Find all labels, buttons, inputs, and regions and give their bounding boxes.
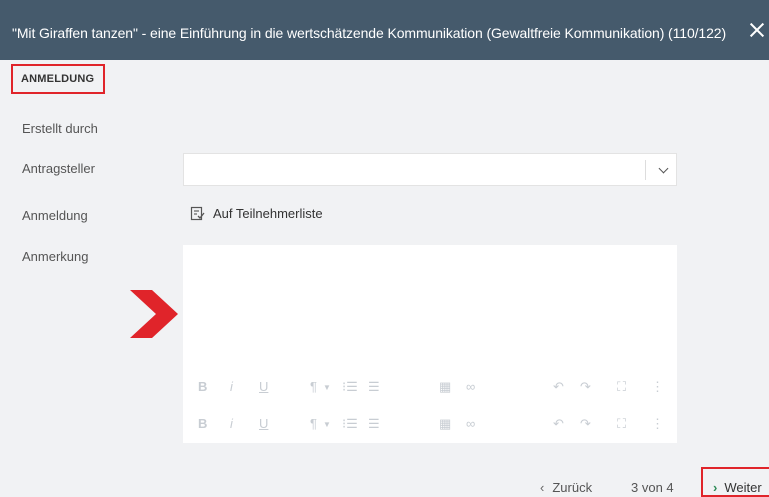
checklist-icon [190,206,205,221]
applicant-label: Antragsteller [22,161,95,176]
registration-value: Auf Teilnehmerliste [190,206,323,221]
close-icon[interactable] [749,22,765,38]
back-button[interactable]: ‹ Zurück [540,480,592,495]
editor-toolbar-secondary: B i U ¶ ▼ ⁝☰ ☰ ▦ ∞ ↶ ↷ ⛶ ⋮ [183,409,677,439]
applicant-select[interactable] [183,153,677,186]
pointer-arrow-icon [130,290,178,338]
back-button-label: Zurück [552,480,593,495]
next-button-label: Weiter [724,480,762,495]
registration-value-text: Auf Teilnehmerliste [213,206,323,221]
fullscreen-button[interactable]: ⛶ [617,379,626,395]
next-button[interactable]: › Weiter [713,480,762,495]
bold-button[interactable]: B [198,416,207,431]
table-button[interactable]: ▦ [439,416,451,432]
paragraph-button[interactable]: ¶ [310,379,317,394]
table-button[interactable]: ▦ [439,379,451,395]
link-button[interactable]: ∞ [466,416,475,431]
tab-anmeldung[interactable]: ANMELDUNG [11,64,105,94]
tab-anmeldung-label: ANMELDUNG [21,73,95,85]
underline-button[interactable]: U [259,379,268,394]
chevron-right-icon: › [713,480,718,495]
undo-button[interactable]: ↶ [553,379,564,395]
dialog-titlebar: "Mit Giraffen tanzen" - eine Einführung … [0,0,769,60]
chevron-down-icon[interactable]: ▼ [323,420,331,429]
created-by-label: Erstellt durch [22,121,98,136]
ordered-list-button[interactable]: ⁝☰ [342,379,358,395]
chevron-down-icon[interactable] [658,163,669,174]
redo-button[interactable]: ↷ [580,416,591,432]
redo-button[interactable]: ↷ [580,379,591,395]
link-button[interactable]: ∞ [466,379,475,394]
note-label: Anmerkung [22,249,89,264]
unordered-list-button[interactable]: ☰ [368,379,380,395]
registration-label: Anmeldung [22,208,88,223]
note-editor[interactable]: B i U ¶ ▼ ⁝☰ ☰ ▦ ∞ ↶ ↷ ⛶ ⋮ B i U ¶ ▼ ⁝☰ … [183,245,677,443]
underline-button[interactable]: U [259,416,268,431]
select-separator [645,160,646,180]
chevron-down-icon[interactable]: ▼ [323,383,331,392]
fullscreen-button[interactable]: ⛶ [617,416,626,432]
ordered-list-button[interactable]: ⁝☰ [342,416,358,432]
more-button[interactable]: ⋮ [651,379,664,395]
dialog-title: "Mit Giraffen tanzen" - eine Einführung … [12,25,727,41]
more-button[interactable]: ⋮ [651,416,664,432]
unordered-list-button[interactable]: ☰ [368,416,380,432]
bold-button[interactable]: B [198,379,207,394]
editor-toolbar: B i U ¶ ▼ ⁝☰ ☰ ▦ ∞ ↶ ↷ ⛶ ⋮ [183,372,677,402]
chevron-left-icon: ‹ [540,480,545,495]
page-position: 3 von 4 [631,480,674,495]
paragraph-button[interactable]: ¶ [310,416,317,431]
italic-button[interactable]: i [230,416,233,431]
undo-button[interactable]: ↶ [553,416,564,432]
italic-button[interactable]: i [230,379,233,394]
